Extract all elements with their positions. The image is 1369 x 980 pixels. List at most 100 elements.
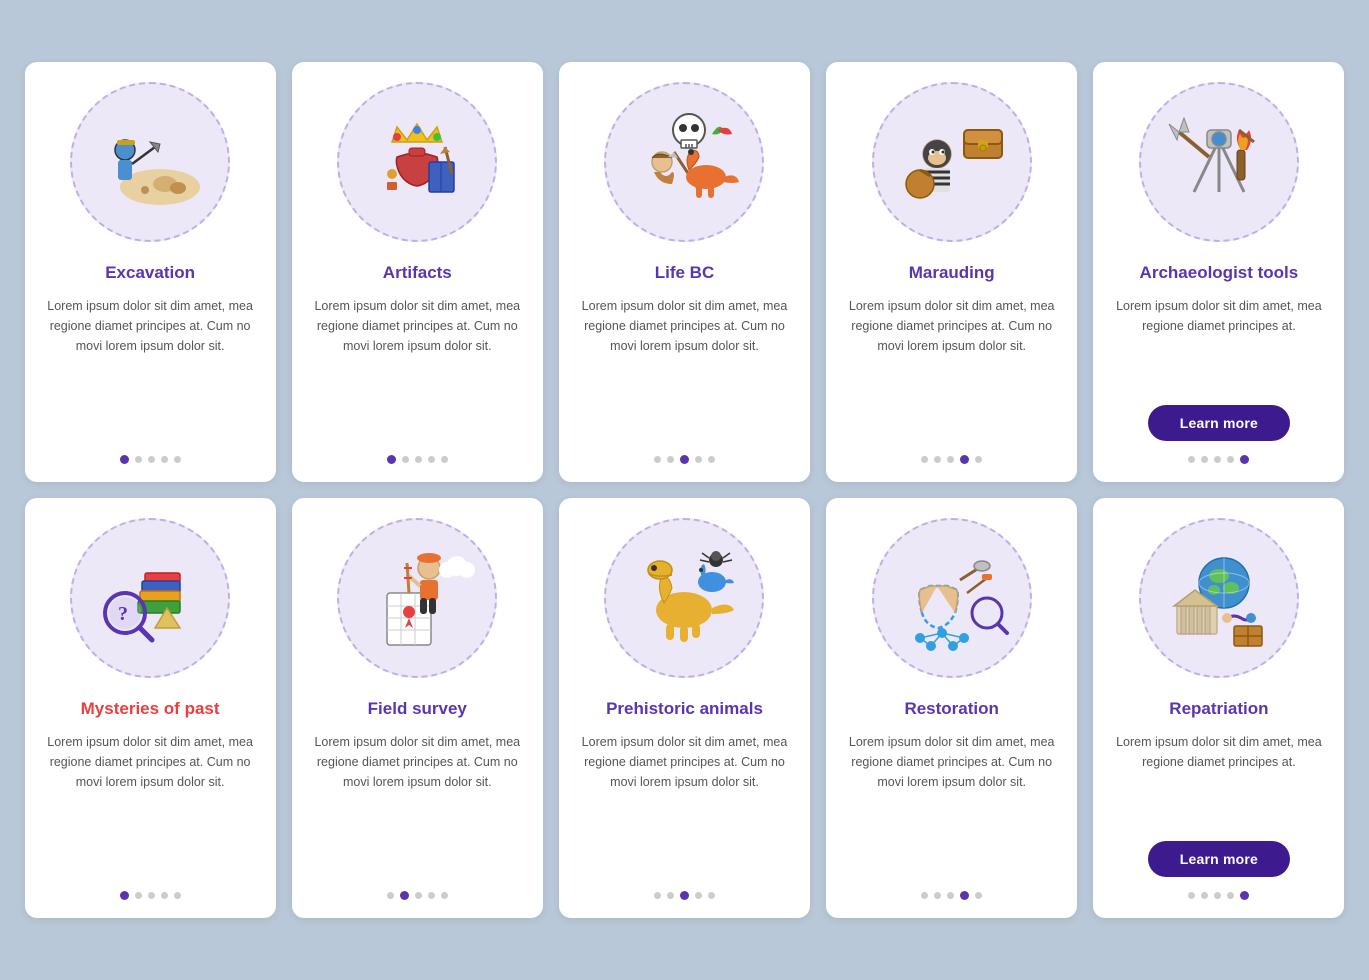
dot-5 xyxy=(441,892,448,899)
dot-3 xyxy=(148,456,155,463)
archaeologist-tools-icon-area xyxy=(1139,82,1299,242)
repatriation-title: Repatriation xyxy=(1169,698,1268,720)
field-survey-icon-area xyxy=(337,518,497,678)
dot-3 xyxy=(947,456,954,463)
restoration-title: Restoration xyxy=(904,698,998,720)
dot-2 xyxy=(1201,892,1208,899)
dot-5 xyxy=(441,456,448,463)
marauding-dots xyxy=(921,455,982,464)
dot-2 xyxy=(400,891,409,900)
repatriation-body: Lorem ipsum dolor sit dim amet, mea regi… xyxy=(1111,732,1326,827)
life-bc-icon-area xyxy=(604,82,764,242)
dot-5 xyxy=(975,456,982,463)
dot-4 xyxy=(960,455,969,464)
repatriation-dots xyxy=(1188,891,1249,900)
dot-4 xyxy=(428,456,435,463)
card-mysteries-of-past: ? Mysteries of past Lorem ipsum dolor si… xyxy=(25,498,276,918)
dot-1 xyxy=(387,455,396,464)
marauding-icon-area xyxy=(872,82,1032,242)
mysteries-title: Mysteries of past xyxy=(81,698,220,720)
field-survey-body: Lorem ipsum dolor sit dim amet, mea regi… xyxy=(310,732,525,877)
dot-2 xyxy=(667,456,674,463)
field-survey-title: Field survey xyxy=(368,698,467,720)
dot-4 xyxy=(695,892,702,899)
dot-1 xyxy=(1188,892,1195,899)
artifacts-title: Artifacts xyxy=(383,262,452,284)
card-archaeologist-tools: Archaeologist tools Lorem ipsum dolor si… xyxy=(1093,62,1344,482)
dot-1 xyxy=(120,891,129,900)
archaeologist-tools-title: Archaeologist tools xyxy=(1140,262,1299,284)
dot-5 xyxy=(975,892,982,899)
excavation-title: Excavation xyxy=(105,262,195,284)
restoration-body: Lorem ipsum dolor sit dim amet, mea regi… xyxy=(844,732,1059,877)
dot-3 xyxy=(148,892,155,899)
field-survey-dots xyxy=(387,891,448,900)
restoration-icon-area xyxy=(872,518,1032,678)
repatriation-icon-area xyxy=(1139,518,1299,678)
card-field-survey: Field survey Lorem ipsum dolor sit dim a… xyxy=(292,498,543,918)
dot-2 xyxy=(135,456,142,463)
dot-5 xyxy=(1240,891,1249,900)
mysteries-icon-area: ? xyxy=(70,518,230,678)
dot-5 xyxy=(174,892,181,899)
dot-4 xyxy=(428,892,435,899)
dot-2 xyxy=(1201,456,1208,463)
repatriation-learn-more-button[interactable]: Learn more xyxy=(1148,841,1290,877)
archaeologist-tools-learn-more-button[interactable]: Learn more xyxy=(1148,405,1290,441)
excavation-body: Lorem ipsum dolor sit dim amet, mea regi… xyxy=(43,296,258,441)
artifacts-body: Lorem ipsum dolor sit dim amet, mea regi… xyxy=(310,296,525,441)
dot-4 xyxy=(161,892,168,899)
mysteries-dots xyxy=(120,891,181,900)
dot-2 xyxy=(135,892,142,899)
life-bc-body: Lorem ipsum dolor sit dim amet, mea regi… xyxy=(577,296,792,441)
dot-4 xyxy=(1227,456,1234,463)
archaeologist-tools-body: Lorem ipsum dolor sit dim amet, mea regi… xyxy=(1111,296,1326,391)
dot-1 xyxy=(1188,456,1195,463)
card-prehistoric-animals: Prehistoric animals Lorem ipsum dolor si… xyxy=(559,498,810,918)
dot-1 xyxy=(120,455,129,464)
excavation-dots xyxy=(120,455,181,464)
card-restoration: Restoration Lorem ipsum dolor sit dim am… xyxy=(826,498,1077,918)
dot-3 xyxy=(415,456,422,463)
dot-2 xyxy=(934,456,941,463)
dot-5 xyxy=(1240,455,1249,464)
dot-3 xyxy=(415,892,422,899)
card-excavation: Excavation Lorem ipsum dolor sit dim ame… xyxy=(25,62,276,482)
archaeologist-tools-dots xyxy=(1188,455,1249,464)
mysteries-body: Lorem ipsum dolor sit dim amet, mea regi… xyxy=(43,732,258,877)
life-bc-title: Life BC xyxy=(655,262,715,284)
card-artifacts: Artifacts Lorem ipsum dolor sit dim amet… xyxy=(292,62,543,482)
restoration-dots xyxy=(921,891,982,900)
artifacts-icon-area xyxy=(337,82,497,242)
card-life-bc: Life BC Lorem ipsum dolor sit dim amet, … xyxy=(559,62,810,482)
main-grid: Excavation Lorem ipsum dolor sit dim ame… xyxy=(25,62,1345,918)
artifacts-dots xyxy=(387,455,448,464)
dot-4 xyxy=(1227,892,1234,899)
excavation-icon-area xyxy=(70,82,230,242)
dot-4 xyxy=(960,891,969,900)
prehistoric-animals-body: Lorem ipsum dolor sit dim amet, mea regi… xyxy=(577,732,792,877)
dot-3 xyxy=(680,455,689,464)
dot-1 xyxy=(387,892,394,899)
prehistoric-animals-icon-area xyxy=(604,518,764,678)
dot-1 xyxy=(921,456,928,463)
dot-1 xyxy=(654,456,661,463)
prehistoric-animals-dots xyxy=(654,891,715,900)
dot-3 xyxy=(680,891,689,900)
marauding-title: Marauding xyxy=(909,262,995,284)
dot-3 xyxy=(947,892,954,899)
card-repatriation: Repatriation Lorem ipsum dolor sit dim a… xyxy=(1093,498,1344,918)
dot-5 xyxy=(708,456,715,463)
dot-5 xyxy=(708,892,715,899)
prehistoric-animals-title: Prehistoric animals xyxy=(606,698,763,720)
dot-4 xyxy=(161,456,168,463)
dot-4 xyxy=(695,456,702,463)
card-marauding: Marauding Lorem ipsum dolor sit dim amet… xyxy=(826,62,1077,482)
dot-1 xyxy=(921,892,928,899)
dot-5 xyxy=(174,456,181,463)
life-bc-dots xyxy=(654,455,715,464)
svg-text:?: ? xyxy=(118,603,128,625)
dot-2 xyxy=(934,892,941,899)
marauding-body: Lorem ipsum dolor sit dim amet, mea regi… xyxy=(844,296,1059,441)
dot-2 xyxy=(402,456,409,463)
